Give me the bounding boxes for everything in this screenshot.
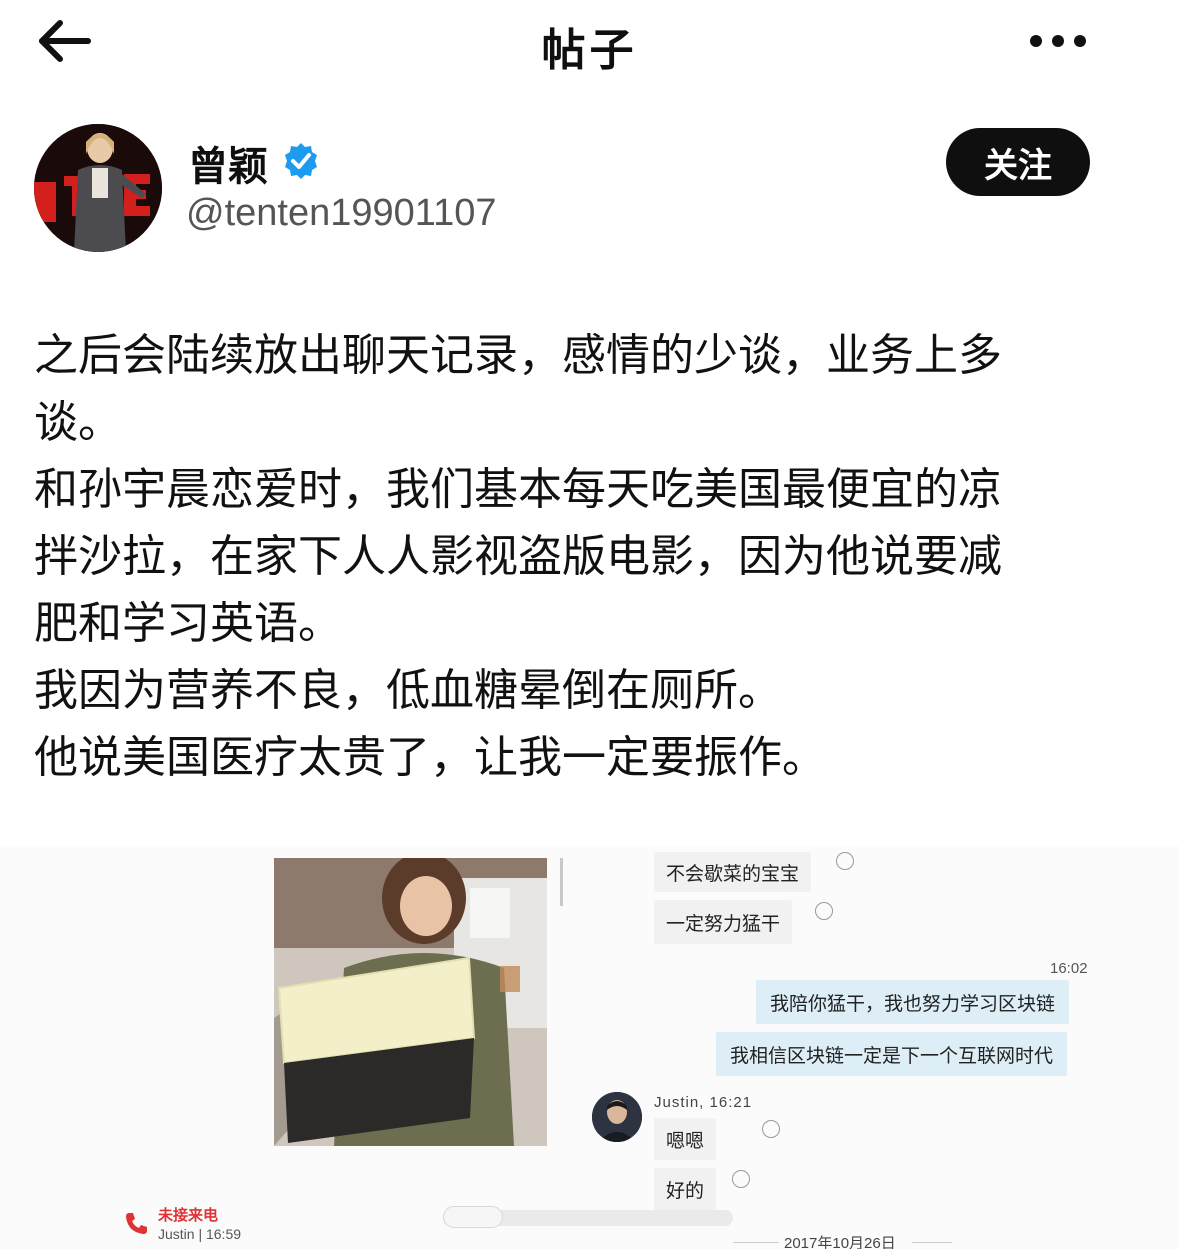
chat-bubble-incoming: 一定努力猛干 [654, 900, 793, 944]
divider [912, 1242, 952, 1243]
chat-bubble-outgoing: 我陪你猛干，我也努力学习区块链 [756, 980, 1070, 1024]
post-line: 和孙宇晨恋爱时，我们基本每天吃美国最便宜的凉 [34, 464, 1002, 515]
top-bar: 帖子 [0, 0, 1179, 90]
author-handle[interactable]: @tenten19901107 [186, 192, 496, 235]
chat-bubble-incoming: 好的 [654, 1168, 717, 1210]
post-line: 拌沙拉，在家下人人影视盗版电影，因为他说要减 [34, 531, 1002, 582]
scrollbar [560, 858, 563, 906]
more-options-icon[interactable] [1026, 30, 1090, 52]
missed-call: 未接来电 Justin | 16:59 [124, 1202, 284, 1246]
author-avatar[interactable] [34, 124, 162, 252]
missed-call-meta: Justin | 16:59 [158, 1226, 242, 1242]
emoji-icon [732, 1170, 750, 1188]
verified-badge-icon [282, 142, 320, 180]
chat-bubble-outgoing: 我相信区块链一定是下一个互联网时代 [716, 1032, 1068, 1076]
post-line: 我因为营养不良，低血糖晕倒在厕所。 [34, 665, 782, 716]
photo-woman-with-tray [274, 858, 547, 1146]
chat-bubble-incoming: 不会歇菜的宝宝 [654, 852, 812, 892]
author-name[interactable]: 曾颖 [188, 134, 268, 192]
chat-bubble-incoming: 嗯嗯 [654, 1118, 717, 1160]
post-line: 之后会陆续放出聊天记录，感情的少谈，业务上多 [34, 330, 1002, 381]
page-title: 帖子 [541, 25, 638, 76]
post-image[interactable]: 不会歇菜的宝宝 一定努力猛干 16:02 我陪你猛干，我也努力学习区块链 我相信… [0, 846, 1179, 1249]
sender-name-time: Justin, 16:21 [654, 1094, 753, 1111]
missed-call-label: 未接来电 [158, 1206, 219, 1224]
emoji-icon [836, 852, 854, 870]
post-line: 肥和学习英语。 [34, 598, 342, 649]
chat-date: 2017年10月26日 [784, 1235, 896, 1249]
sender-avatar [592, 1092, 642, 1142]
message-time: 16:02 [1050, 960, 1088, 977]
phone-icon [124, 1210, 148, 1236]
progress-knob [443, 1206, 503, 1228]
emoji-icon [815, 902, 833, 920]
divider [733, 1242, 779, 1243]
emoji-icon [762, 1120, 780, 1138]
post-text: 之后会陆续放出聊天记录，感情的少谈，业务上多 谈。 和孙宇晨恋爱时，我们基本每天… [34, 322, 1124, 791]
post-line: 谈。 [34, 397, 122, 448]
follow-button[interactable]: 关注 [946, 128, 1090, 196]
post-line: 他说美国医疗太贵了，让我一定要振作。 [34, 732, 826, 783]
